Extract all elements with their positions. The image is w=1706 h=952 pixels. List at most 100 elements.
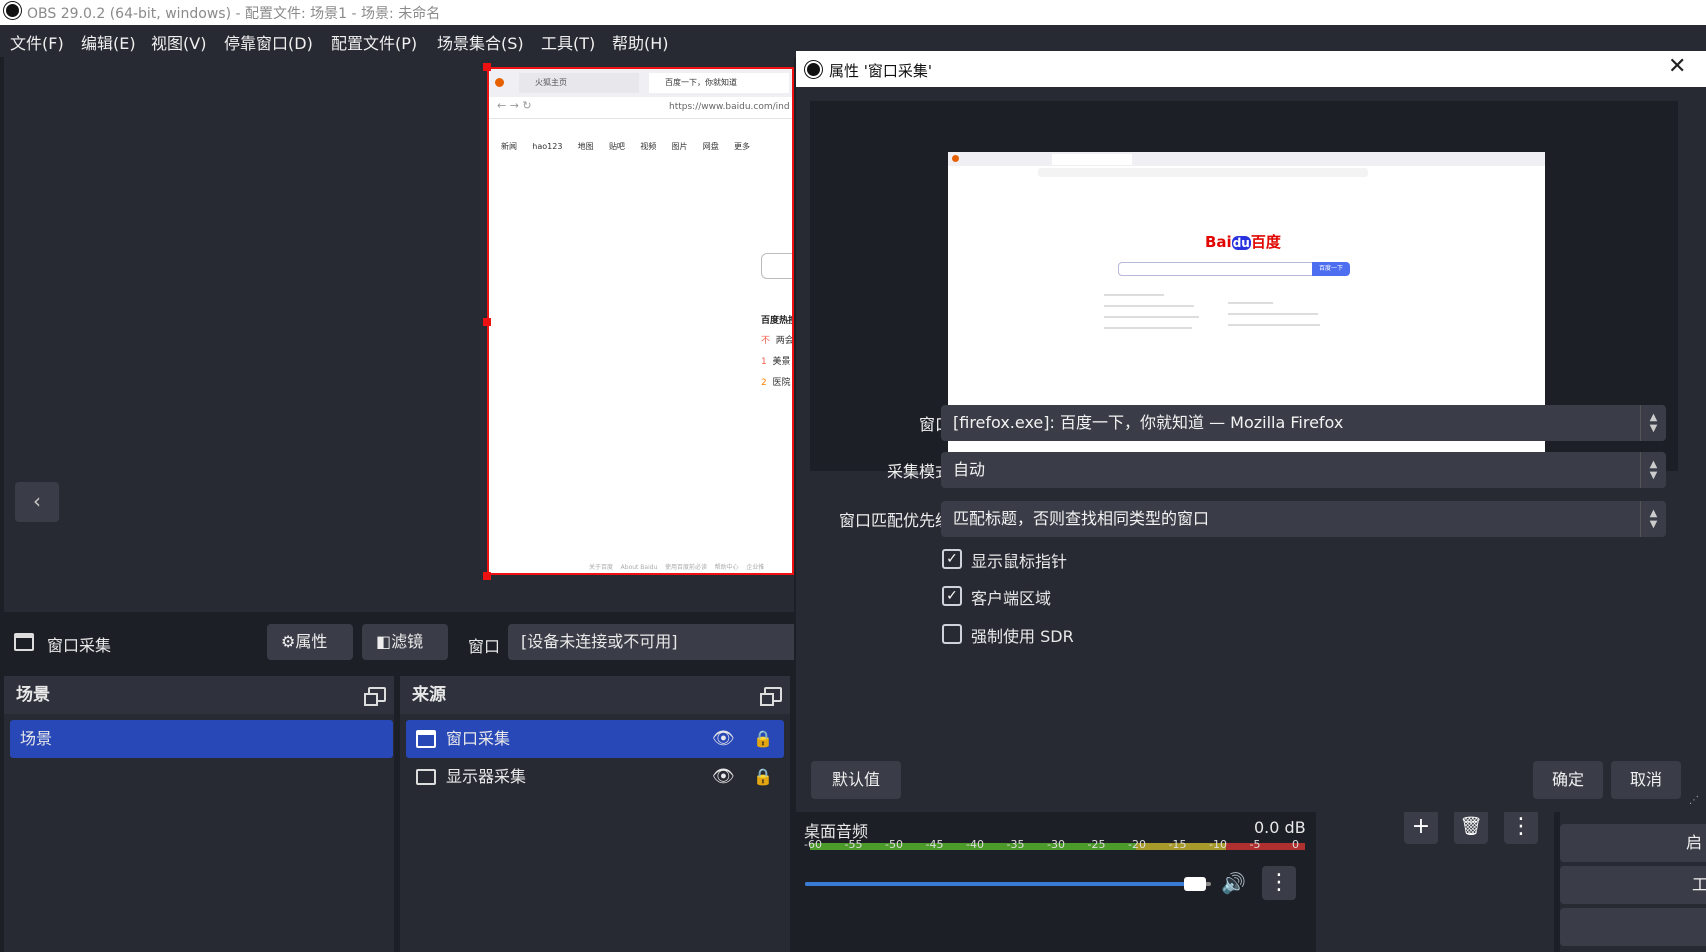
- footer-link: 企业推: [746, 564, 765, 571]
- transform-handle[interactable]: [483, 63, 491, 71]
- volume-slider-track[interactable]: [805, 877, 1211, 891]
- undock-icon[interactable]: [364, 687, 386, 706]
- mixer-db: 0.0 dB: [1254, 818, 1306, 837]
- menu-tools[interactable]: 工具(T): [541, 30, 595, 54]
- start-virtual-camera-button[interactable]: 启动虚: [1560, 824, 1706, 928]
- hot-title: 百度热搜: [761, 316, 794, 326]
- browser-tab: 火狐主页: [519, 73, 639, 93]
- window-capture-icon: [14, 633, 34, 651]
- trash-icon[interactable]: 🗑: [1454, 810, 1488, 844]
- baidu-nav: 新闻 hao123 地图 贴吧 视频 图片 网盘 更多: [501, 141, 792, 152]
- show-cursor-checkbox[interactable]: ✓: [942, 549, 962, 569]
- nav-link: 地图: [577, 142, 594, 151]
- meter-tick-label: -55: [844, 838, 863, 851]
- menu-docks[interactable]: 停靠窗口(D): [224, 30, 313, 54]
- firefox-icon: [495, 78, 504, 87]
- scene-item[interactable]: 场景: [10, 720, 393, 758]
- client-area-checkbox[interactable]: ✓: [942, 586, 962, 606]
- mini-search-button: 百度一下: [1312, 262, 1350, 276]
- meter-tick-label: -25: [1087, 838, 1106, 851]
- scenes-panel: 场景 场景: [4, 676, 394, 952]
- undock-icon[interactable]: [760, 687, 782, 706]
- hot-text: 两会: [775, 336, 794, 346]
- menu-file[interactable]: 文件(F): [10, 30, 64, 54]
- window-label: 窗口: [468, 637, 501, 656]
- monitor-icon: [416, 769, 436, 785]
- meter-tick-label: -50: [885, 838, 903, 851]
- filters-button[interactable]: ◧滤镜: [362, 624, 448, 660]
- source-toolbar: 窗口采集 ⚙属性 ◧滤镜 窗口 [设备未连接或不可用]: [0, 614, 794, 670]
- window-priority-select[interactable]: 匹配标题，否则查找相同类型的窗口 ▲ ▼: [941, 501, 1666, 537]
- client-area-label: 客户端区域: [971, 589, 1052, 608]
- mini-search-box: [1118, 262, 1313, 276]
- cancel-button[interactable]: 取消: [1611, 761, 1681, 799]
- nav-link: hao123: [532, 142, 563, 151]
- ok-button[interactable]: 确定: [1533, 761, 1603, 799]
- meter-tick-label: -45: [925, 838, 944, 851]
- sources-title: 来源: [412, 685, 446, 705]
- defaults-button[interactable]: 默认值: [811, 761, 901, 799]
- source-label: 显示器采集: [446, 767, 527, 786]
- menu-edit[interactable]: 编辑(E): [81, 30, 136, 54]
- menu-scene-collection[interactable]: 场景集合(S): [437, 30, 524, 54]
- mini-urlbar: [1038, 168, 1368, 177]
- collapse-left-icon[interactable]: ‹: [15, 482, 59, 522]
- lock-icon[interactable]: 🔒: [753, 758, 773, 796]
- mixer-menu-icon[interactable]: ⋮: [1262, 866, 1296, 900]
- window-title: OBS 29.0.2 (64-bit, windows) - 配置文件: 场景1…: [27, 6, 441, 22]
- baidu-footer: 关于百度 About Baidu 使用百度前必读 帮助中心 企业推: [589, 562, 764, 571]
- eye-icon[interactable]: 👁: [712, 758, 735, 796]
- firefox-tabbar: 火狐主页 百度一下，你就知道: [489, 69, 792, 97]
- footer-link: 关于百度: [589, 564, 614, 571]
- force-sdr-label: 强制使用 SDR: [971, 627, 1074, 646]
- sources-panel: 来源 窗口采集 👁 🔒 显示器采集 👁 🔒: [400, 676, 790, 952]
- obs-logo-icon: [4, 2, 21, 19]
- obs-logo-icon: [805, 61, 822, 78]
- menu-profile[interactable]: 配置文件(P): [331, 30, 417, 54]
- footer-link: About Baidu: [620, 564, 658, 571]
- window-select[interactable]: [firefox.exe]: 百度一下，你就知道 — Mozilla Firef…: [941, 405, 1666, 441]
- force-sdr-checkbox[interactable]: [942, 624, 962, 644]
- hot-rank: 不: [761, 336, 771, 346]
- transform-handle[interactable]: [483, 572, 491, 580]
- add-icon[interactable]: +: [1404, 810, 1438, 844]
- lock-icon[interactable]: 🔒: [753, 720, 773, 758]
- speaker-icon[interactable]: 🔊: [1221, 871, 1246, 895]
- hot-text: 美景: [772, 357, 791, 367]
- close-icon[interactable]: ✕: [1668, 54, 1686, 79]
- baidu-logo: Baidu百度: [1205, 231, 1281, 252]
- scenes-header: 场景: [4, 676, 394, 714]
- show-cursor-label: 显示鼠标指针: [971, 552, 1068, 571]
- control-button[interactable]: [1560, 908, 1706, 946]
- window-titlebar: OBS 29.0.2 (64-bit, windows) - 配置文件: 场景1…: [0, 0, 1706, 25]
- window-select[interactable]: [设备未连接或不可用]: [508, 624, 794, 660]
- back-icon: ← → ↻: [497, 99, 532, 112]
- more-menu-icon[interactable]: ⋮: [1504, 810, 1538, 844]
- scenes-title: 场景: [16, 685, 50, 705]
- capture-method-select[interactable]: 自动 ▲ ▼: [941, 452, 1666, 488]
- eye-icon[interactable]: 👁: [712, 720, 735, 758]
- spin-arrows-icon[interactable]: ▲ ▼: [1640, 501, 1666, 537]
- filters-label: 滤镜: [391, 632, 424, 651]
- resize-grip-icon[interactable]: ⋰: [1689, 795, 1699, 806]
- properties-dialog: 属性 '窗口采集' ✕ Baidu百度 百度一下 窗口 [firefox.exe…: [796, 51, 1706, 812]
- volume-slider-knob[interactable]: [1183, 877, 1206, 891]
- transform-handle[interactable]: [483, 318, 491, 326]
- nav-link: 图片: [671, 142, 688, 151]
- source-item[interactable]: 显示器采集 👁 🔒: [406, 758, 784, 796]
- preview-capture[interactable]: 火狐主页 百度一下，你就知道 ← → ↻ https://www.baidu.c…: [487, 67, 794, 575]
- properties-label: 属性: [295, 632, 328, 651]
- firefox-icon: [952, 155, 959, 162]
- spin-arrows-icon[interactable]: ▲ ▼: [1640, 452, 1666, 488]
- properties-button[interactable]: ⚙属性: [267, 624, 353, 660]
- mini-tabbar: [948, 152, 1545, 166]
- source-item[interactable]: 窗口采集 👁 🔒: [406, 720, 784, 758]
- menu-help[interactable]: 帮助(H): [612, 30, 669, 54]
- volume-slider-fill: [805, 882, 1195, 886]
- hot-rank: 2: [761, 378, 767, 388]
- nav-link: 新闻: [501, 142, 517, 151]
- tools-button[interactable]: 工: [1560, 866, 1706, 904]
- menu-view[interactable]: 视图(V): [151, 30, 206, 54]
- spin-arrows-icon[interactable]: ▲ ▼: [1640, 405, 1666, 441]
- window-select-value: [firefox.exe]: 百度一下，你就知道 — Mozilla Firef…: [953, 413, 1344, 432]
